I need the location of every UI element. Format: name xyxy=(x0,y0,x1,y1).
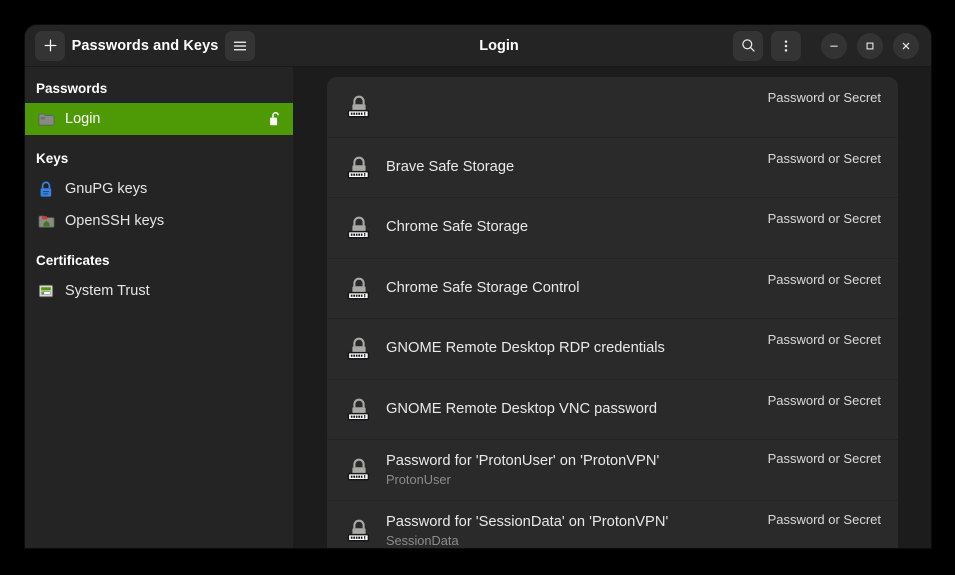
page-title: Login xyxy=(479,38,518,54)
sidebar-trailing-empty xyxy=(267,282,283,300)
sidebar-section-certificates: Certificates xyxy=(25,247,293,275)
minimize-button[interactable] xyxy=(821,33,847,59)
gnupg-key-icon xyxy=(37,180,55,198)
row-type-label: Password or Secret xyxy=(768,393,881,408)
row-subtitle: SessionData xyxy=(386,532,754,548)
sidebar-item-label: Login xyxy=(65,111,267,127)
sidebar-trailing-empty xyxy=(267,180,283,198)
sidebar: Passwords Login Keys xyxy=(25,67,293,548)
sidebar-item-login[interactable]: Login xyxy=(25,103,293,135)
sidebar-item-openssh-keys[interactable]: OpenSSH keys xyxy=(25,205,293,237)
row-title: Password for 'SessionData' on 'ProtonVPN… xyxy=(386,513,754,532)
search-icon xyxy=(740,37,757,54)
minimize-icon xyxy=(828,40,840,52)
folder-icon xyxy=(37,110,55,128)
sidebar-item-label: OpenSSH keys xyxy=(65,213,267,229)
close-icon xyxy=(900,40,912,52)
password-lock-icon xyxy=(344,213,374,243)
row-type-label: Password or Secret xyxy=(768,90,881,105)
table-row[interactable]: Password or Secret xyxy=(327,77,898,138)
password-lock-icon xyxy=(344,334,374,364)
sidebar-trailing-empty xyxy=(267,212,283,230)
password-list: Password or Secret xyxy=(327,77,898,548)
row-type-label: Password or Secret xyxy=(768,151,881,166)
row-text: Chrome Safe Storage xyxy=(386,218,754,237)
password-lock-icon xyxy=(344,152,374,182)
sidebar-spacer-2 xyxy=(25,237,293,247)
row-type-label: Password or Secret xyxy=(768,332,881,347)
openssh-folder-icon xyxy=(37,212,55,230)
vertical-ellipsis-icon xyxy=(778,38,794,54)
header-bar: Passwords and Keys Login xyxy=(25,25,931,67)
maximize-button[interactable] xyxy=(857,33,883,59)
table-row[interactable]: Password for 'ProtonUser' on 'ProtonVPN'… xyxy=(327,440,898,501)
row-text: Password for 'SessionData' on 'ProtonVPN… xyxy=(386,513,754,548)
row-text: Chrome Safe Storage Control xyxy=(386,279,754,298)
table-row[interactable]: GNOME Remote Desktop VNC password Passwo… xyxy=(327,380,898,441)
row-type-label: Password or Secret xyxy=(768,211,881,226)
table-row[interactable]: Password for 'SessionData' on 'ProtonVPN… xyxy=(327,501,898,549)
close-button[interactable] xyxy=(893,33,919,59)
hamburger-menu-icon xyxy=(232,38,248,54)
window-body: Passwords Login Keys xyxy=(25,67,931,548)
row-text: GNOME Remote Desktop RDP credentials xyxy=(386,339,754,358)
row-title: Password for 'ProtonUser' on 'ProtonVPN' xyxy=(386,452,754,471)
row-subtitle: ProtonUser xyxy=(386,471,754,488)
sidebar-section-passwords: Passwords xyxy=(25,75,293,103)
sidebar-item-gnupg-keys[interactable]: GnuPG keys xyxy=(25,173,293,205)
table-row[interactable]: Chrome Safe Storage Control Password or … xyxy=(327,259,898,320)
window-controls xyxy=(821,33,919,59)
row-text: Brave Safe Storage xyxy=(386,158,754,177)
table-row[interactable]: Brave Safe Storage Password or Secret xyxy=(327,138,898,199)
maximize-icon xyxy=(864,40,876,52)
sidebar-spacer-1 xyxy=(25,135,293,145)
password-lock-icon xyxy=(344,92,374,122)
main-menu-button[interactable] xyxy=(225,31,255,61)
row-title: Chrome Safe Storage xyxy=(386,218,754,237)
header-actions xyxy=(733,31,919,61)
sidebar-item-label: GnuPG keys xyxy=(65,181,267,197)
certificate-icon xyxy=(37,282,55,300)
sidebar-item-label: System Trust xyxy=(65,283,267,299)
more-options-button[interactable] xyxy=(771,31,801,61)
password-lock-icon xyxy=(344,394,374,424)
row-type-label: Password or Secret xyxy=(768,451,881,466)
password-lock-icon xyxy=(344,516,374,546)
app-window: Passwords and Keys Login xyxy=(25,25,931,548)
password-lock-icon xyxy=(344,273,374,303)
password-lock-icon xyxy=(344,455,374,485)
content-area: Password or Secret xyxy=(293,67,931,548)
row-text: Password for 'ProtonUser' on 'ProtonVPN'… xyxy=(386,452,754,488)
row-title: GNOME Remote Desktop VNC password xyxy=(386,400,754,419)
app-title: Passwords and Keys xyxy=(65,38,225,54)
table-row[interactable]: GNOME Remote Desktop RDP credentials Pas… xyxy=(327,319,898,380)
row-title: GNOME Remote Desktop RDP credentials xyxy=(386,339,754,358)
row-type-label: Password or Secret xyxy=(768,272,881,287)
sidebar-section-keys: Keys xyxy=(25,145,293,173)
sidebar-item-system-trust[interactable]: System Trust xyxy=(25,275,293,307)
unlocked-padlock-icon xyxy=(267,110,283,128)
new-item-button[interactable] xyxy=(35,31,65,61)
row-text: GNOME Remote Desktop VNC password xyxy=(386,400,754,419)
row-title: Chrome Safe Storage Control xyxy=(386,279,754,298)
table-row[interactable]: Chrome Safe Storage Password or Secret xyxy=(327,198,898,259)
search-button[interactable] xyxy=(733,31,763,61)
plus-icon xyxy=(43,38,58,53)
row-title: Brave Safe Storage xyxy=(386,158,754,177)
row-type-label: Password or Secret xyxy=(768,512,881,527)
